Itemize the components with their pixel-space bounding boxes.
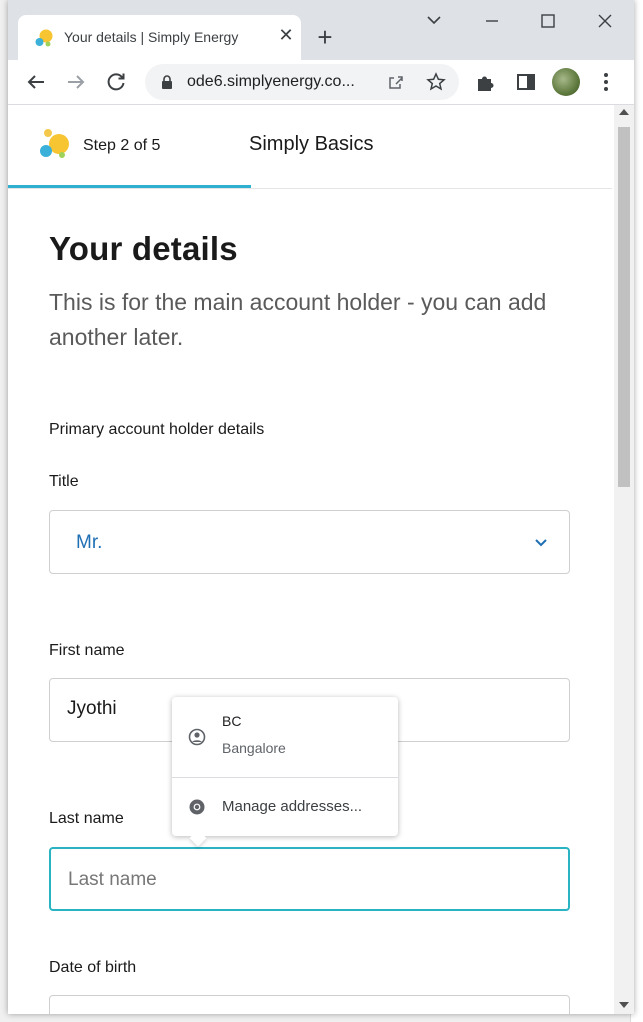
last-name-label: Last name [49,810,124,827]
tab-your-details[interactable]: Your details | Simply Energy ✕ [18,15,301,60]
chevron-down-icon [535,539,547,547]
step-indicator: Step 2 of 5 [83,137,161,154]
side-panel-icon[interactable] [514,70,538,94]
tab-search-chevron-icon[interactable] [420,9,448,33]
chrome-menu-icon[interactable] [594,70,618,94]
bookmark-star-icon[interactable] [426,72,446,92]
tab-strip: Your details | Simply Energy ✕ + [8,0,634,60]
tab-close-icon[interactable]: ✕ [276,25,296,45]
date-of-birth-field[interactable] [49,995,570,1014]
page-scrollbar[interactable] [614,105,634,1014]
close-window-icon[interactable] [591,9,619,33]
manage-addresses-item[interactable]: Manage addresses... [172,778,398,836]
page-content: Step 2 of 5 Simply Basics Your details T… [8,105,612,1014]
browser-toolbar: ode6.simplyenergy.co... [8,60,634,105]
maximize-icon[interactable] [534,9,562,33]
last-name-field[interactable]: Last name [49,847,570,911]
extensions-puzzle-icon[interactable] [474,70,498,94]
scroll-up-arrow-icon[interactable] [619,109,629,115]
scroll-thumb[interactable] [618,127,630,487]
manage-addresses-label: Manage addresses... [222,798,363,815]
first-name-label: First name [49,642,125,659]
new-tab-plus-icon[interactable]: + [314,24,336,50]
profile-avatar[interactable] [552,68,580,96]
date-of-birth-label: Date of birth [49,959,137,976]
title-select-value: Mr. [76,532,103,553]
autofill-suggestion[interactable]: BC Bangalore [172,697,398,777]
forward-arrow-icon[interactable] [64,70,88,94]
chrome-logo-icon [189,799,205,815]
first-name-value: Jyothi [67,698,117,719]
section-label: Primary account holder details [49,421,265,438]
simply-energy-logo-icon [40,129,69,158]
autofill-city: Bangalore [222,740,286,756]
minimize-icon[interactable] [478,9,506,33]
page-title: Your details [49,230,238,267]
last-name-placeholder: Last name [68,869,157,890]
address-bar[interactable]: ode6.simplyenergy.co... [145,64,459,100]
page-subtitle: This is for the main account holder - yo… [49,289,547,350]
back-arrow-icon[interactable] [24,70,48,94]
title-label: Title [49,473,79,490]
browser-window: Your details | Simply Energy ✕ + ode6.si… [8,0,634,1014]
share-icon[interactable] [387,73,405,91]
plan-name: Simply Basics [249,133,374,155]
reload-icon[interactable] [104,70,128,94]
step-progress-underline [8,185,251,188]
tab-title: Your details | Simply Energy [64,29,239,45]
autofill-dropdown: BC Bangalore Manage addresses... [172,697,398,847]
step-progress-bar: Step 2 of 5 Simply Basics [8,105,612,189]
title-select[interactable]: Mr. [49,510,570,574]
url-text: ode6.simplyenergy.co... [187,73,355,90]
autofill-name: BC [222,713,242,729]
account-circle-icon [188,728,206,746]
simply-energy-favicon-icon [35,29,53,47]
scroll-down-arrow-icon[interactable] [619,1002,629,1008]
lock-icon[interactable] [159,74,175,90]
